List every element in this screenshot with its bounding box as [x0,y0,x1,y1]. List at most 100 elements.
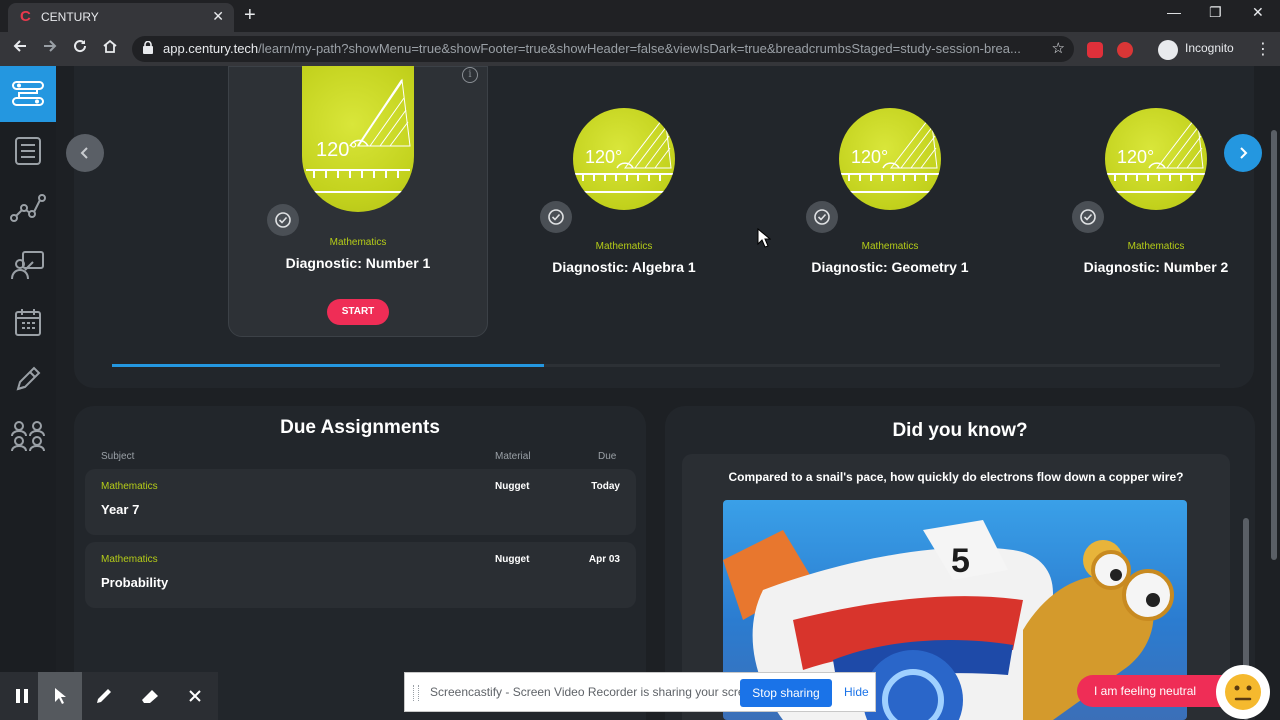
pencil-icon [16,366,41,391]
century-logo-icon: C [20,8,31,25]
address-bar[interactable]: app.century.tech/learn/my-path?showMenu=… [132,36,1074,62]
svg-text:120°: 120° [316,139,357,161]
due-assignments-title: Due Assignments [280,417,440,438]
sidebar-item-insights[interactable] [0,180,56,236]
new-tab-button[interactable]: + [244,4,256,27]
completed-check-icon [806,201,838,233]
info-icon[interactable]: i [462,67,478,83]
course-medal-icon[interactable]: 120° [573,108,675,210]
mouse-cursor-icon [757,227,772,253]
sidebar-item-my-path[interactable] [0,66,56,122]
card-subject: Mathematics [1127,241,1185,252]
column-subject: Subject [101,451,135,462]
assignment-material: Nugget [495,554,530,565]
assignment-subject: Mathematics [101,481,158,492]
sidebar-item-calendar[interactable] [0,294,56,350]
start-button[interactable]: START [327,299,389,325]
assignment-material: Nugget [495,481,530,492]
browser-titlebar: C CENTURY ✕ + — ❐ ✕ [0,0,1280,32]
cursor-icon [55,688,66,704]
cursor-tool-button[interactable] [38,672,82,720]
svg-text:120°: 120° [851,147,888,167]
chevron-right-icon [1240,147,1248,159]
screen-share-notification: Screencastify - Screen Video Recorder is… [404,672,876,712]
did-you-know-question: Compared to a snail's pace, how quickly … [728,470,1184,484]
card-subject: Mathematics [329,237,387,248]
incognito-label: Incognito [1185,41,1234,55]
completed-check-icon [267,204,299,236]
card-title[interactable]: Diagnostic: Geometry 1 [790,259,990,275]
home-icon[interactable] [102,38,118,59]
carousel-scrollbar[interactable] [112,364,1220,367]
calendar-icon [15,309,41,336]
assignment-subject: Mathematics [101,554,158,565]
assignment-due: Today [591,481,620,492]
back-icon[interactable] [12,38,28,59]
reload-icon[interactable] [72,38,88,59]
browser-toolbar: app.century.tech/learn/my-path?showMenu=… [0,32,1280,66]
window-close-icon[interactable]: ✕ [1252,4,1264,21]
course-medal-icon[interactable]: 120° [1105,108,1207,210]
tab-close-icon[interactable]: ✕ [212,8,224,25]
carousel-next-button[interactable] [1224,134,1262,172]
abp-icon[interactable] [1087,42,1103,58]
pen-tool-button[interactable] [82,672,126,720]
sidebar-item-classes[interactable] [0,408,56,464]
screencastify-toolbar [0,672,218,720]
sidebar: ? [0,66,56,720]
close-toolbar-button[interactable] [173,672,217,720]
page: ? i 120° Mathematics Diagnostic: Number … [0,66,1280,720]
extension-icon[interactable] [1117,42,1133,58]
assignment-row[interactable]: Mathematics Year 7 Nugget Today [85,469,636,535]
carousel-scroll-thumb[interactable] [112,364,545,367]
tab-title: CENTURY [41,10,99,24]
column-material: Material [495,451,531,462]
feeling-button[interactable]: I am feeling neutral [1077,675,1237,707]
pen-icon [97,689,111,703]
sidebar-item-courses[interactable] [0,123,56,179]
completed-check-icon [1072,201,1104,233]
eraser-tool-button[interactable] [128,672,172,720]
bookmark-star-icon[interactable]: ☆ [1052,39,1065,57]
column-due: Due [598,451,617,462]
forward-icon[interactable] [42,38,58,59]
card-title: Diagnostic: Number 1 [285,255,431,271]
assignment-title: Probability [101,575,169,590]
browser-menu-icon[interactable]: ⋮ [1255,39,1271,59]
svg-text:120°: 120° [585,147,622,167]
lock-icon [143,41,153,54]
restore-icon[interactable]: ❐ [1209,4,1222,21]
group-icon [11,421,45,452]
sidebar-item-assignments[interactable] [0,351,56,407]
stop-sharing-button[interactable]: Stop sharing [740,679,832,707]
browser-tab[interactable]: C CENTURY ✕ [8,3,234,32]
sidebar-item-teacher[interactable] [0,237,56,293]
svg-text:120°: 120° [1117,147,1154,167]
course-medal-icon[interactable]: 120° [302,66,414,212]
page-scrollbar[interactable] [1271,130,1277,560]
teacher-icon [11,251,44,280]
card-subject: Mathematics [595,241,653,252]
neutral-face-icon[interactable] [1216,665,1270,719]
carousel-prev-button[interactable] [66,134,104,172]
assignment-row[interactable]: Mathematics Probability Nugget Apr 03 [85,542,636,608]
minimize-icon[interactable]: — [1167,4,1181,20]
course-medal-icon[interactable]: 120° [839,108,941,210]
svg-text:5: 5 [951,542,970,580]
graph-icon [10,194,46,222]
chevron-left-icon [80,147,88,159]
assignment-due: Apr 03 [588,554,620,565]
eraser-icon [142,690,158,703]
card-title[interactable]: Diagnostic: Algebra 1 [524,259,724,275]
close-icon [189,690,201,702]
pause-icon [16,689,28,703]
courses-list-icon [15,137,41,165]
card-subject: Mathematics [861,241,919,252]
assignment-title: Year 7 [101,502,140,517]
card-title[interactable]: Diagnostic: Number 2 [1056,259,1256,275]
hide-button[interactable]: Hide [844,685,869,699]
drag-handle-icon[interactable] [413,685,419,701]
share-message: Screencastify - Screen Video Recorder is… [430,685,762,699]
incognito-icon [1158,40,1178,60]
did-you-know-title: Did you know? [892,420,1028,441]
